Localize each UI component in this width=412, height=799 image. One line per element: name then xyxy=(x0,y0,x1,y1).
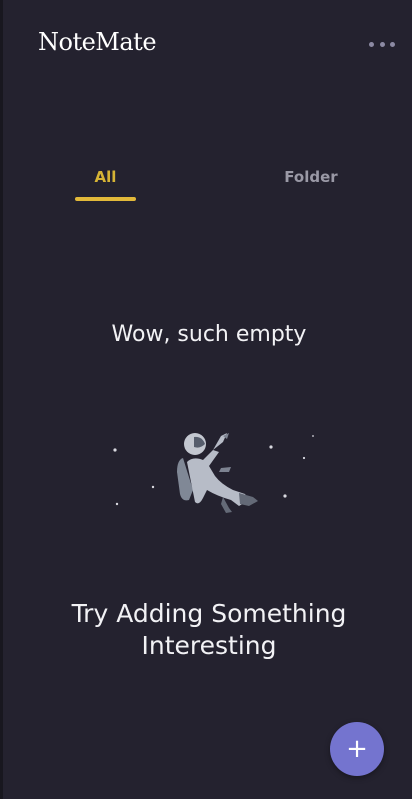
app-screen: NoteMate All Folder Wow, such empty Try … xyxy=(0,0,412,799)
empty-state-message: Wow, such empty xyxy=(111,322,307,347)
empty-state-cta: Try Adding Something Interesting xyxy=(71,599,347,660)
tab-folder[interactable]: Folder xyxy=(271,168,351,186)
active-tab-indicator xyxy=(75,197,136,201)
add-note-button[interactable]: + xyxy=(330,722,384,776)
app-title: NoteMate xyxy=(38,28,157,56)
astronaut-illustration xyxy=(113,433,314,513)
more-options-button[interactable] xyxy=(369,33,395,55)
more-horizontal-icon xyxy=(369,41,374,47)
plus-icon: + xyxy=(346,734,368,764)
tab-all[interactable]: All xyxy=(75,168,136,186)
